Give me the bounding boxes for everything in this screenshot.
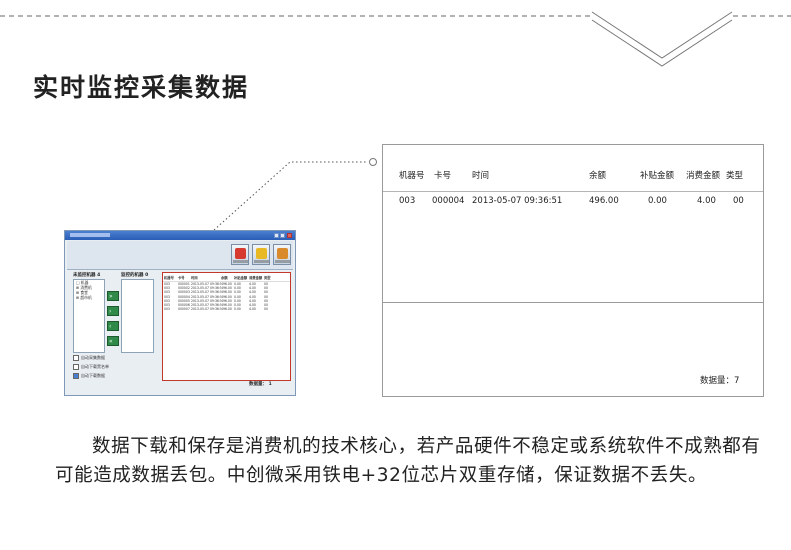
download-button[interactable] [252,244,270,265]
cell-card: 000004 [432,196,465,206]
maximize-icon[interactable] [280,233,285,238]
description-paragraph: 数据下载和保存是消费机的技术核心，若产品硬件不稳定或系统软件不成熟都有可能造成数… [55,436,761,486]
cell-balance: 496.00 [589,196,619,206]
column-header: 类型 [726,171,744,181]
grid-header: 机器号 卡号 时间 余额 补贴金额 消费金额 类型 [163,273,290,282]
record-count-zoom: 数据量：7 [700,376,740,386]
column-header: 机器号 [399,171,425,181]
exit-icon [277,248,288,259]
column-header: 余额 [589,171,607,181]
move-left-button[interactable]: « [107,336,119,346]
table-header: 机器号 卡号 时间 余额 补贴金额 消费金额 类型 [383,145,763,192]
column-header: 消费金额 [686,171,721,181]
unmonitored-label: 未监控机器 4 [73,273,101,278]
cell-time: 2013-05-07 09:36:51 [472,196,563,206]
monitored-list[interactable] [121,279,154,353]
cell-machine: 003 [399,196,416,206]
collect-button[interactable] [231,244,249,265]
move-one-left-button[interactable]: ‹ [107,321,119,331]
cell-type: 00 [733,196,744,206]
column-header: 卡号 [434,171,452,181]
minimize-icon[interactable] [274,233,279,238]
auto-download-checkbox[interactable]: 自动下载数据 [73,373,105,379]
window-titlebar [65,231,295,240]
machine-tree[interactable]: □ 机器 ⊞ 消费机 ⊞ 食堂 ⊞ 超市机 [73,279,105,353]
mini-app-window: 未监控机器 4 监控的机器 0 □ 机器 ⊞ 消费机 ⊞ 食堂 ⊞ 超市机 » … [64,230,296,396]
tree-item[interactable]: ⊞ 超市机 [74,295,104,300]
auto-blacklist-checkbox[interactable]: 自动下载黑名单 [73,364,109,370]
download-icon [256,248,267,259]
auto-collect-checkbox[interactable]: 自动采集数据 [73,355,105,361]
record-count: 数据量： 1 [249,382,272,387]
records-grid[interactable]: 机器号 卡号 时间 余额 补贴金额 消费金额 类型 003 000001 2013-… [162,272,291,381]
divider [383,302,763,303]
move-right-button[interactable]: » [107,291,119,301]
table-row[interactable]: 003 000007 2013-05-07 09:36:51 496.00 0.00 4.… [163,307,290,311]
column-header: 时间 [472,171,490,181]
exit-button[interactable] [273,244,291,265]
main-area: 未监控机器 4 监控的机器 0 □ 机器 ⊞ 消费机 ⊞ 食堂 ⊞ 超市机 » … [67,271,293,393]
monitored-label: 监控的机器 0 [121,273,149,278]
column-header: 补贴金额 [640,171,675,181]
cell-amount: 4.00 [697,196,716,206]
close-icon[interactable] [287,233,292,238]
cell-subsidy: 0.00 [648,196,667,206]
toolbar [67,241,293,270]
move-one-right-button[interactable]: › [107,306,119,316]
zoomed-records-table: 机器号 卡号 时间 余额 补贴金额 消费金额 类型 003 000004 201… [382,144,764,397]
collect-icon [235,248,246,259]
